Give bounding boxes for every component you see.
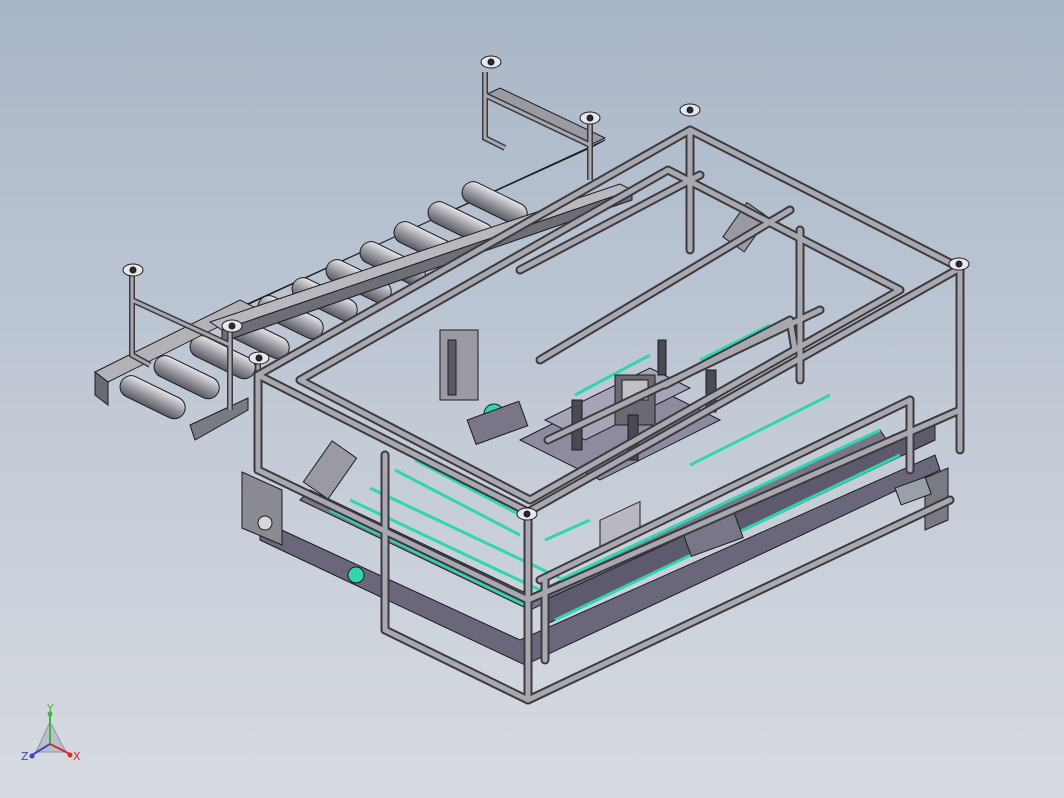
machine-assembly-model[interactable]: Y X Z xyxy=(0,0,1064,798)
coordinate-triad-icon[interactable]: Y X Z xyxy=(21,702,81,763)
graphics-viewport[interactable]: Y X Z xyxy=(0,0,1064,798)
triad-z-label: Z xyxy=(21,750,29,763)
triad-y-label: Y xyxy=(46,702,54,715)
triad-x-label: X xyxy=(73,750,81,763)
